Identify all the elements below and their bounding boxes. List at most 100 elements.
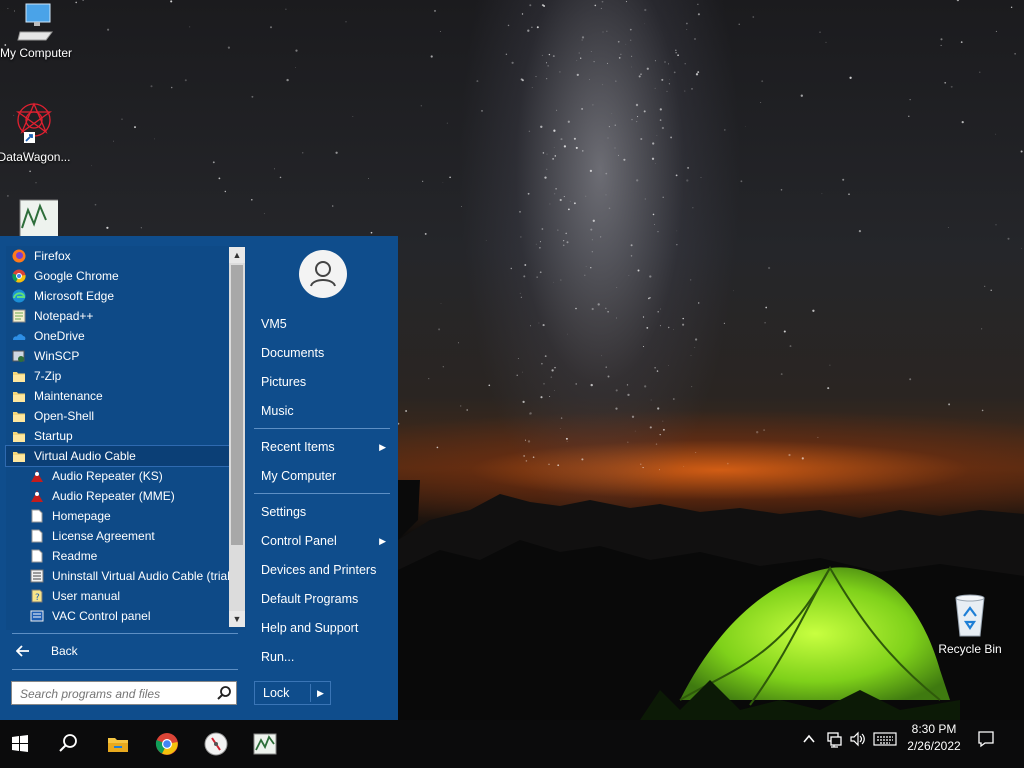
program-item[interactable]: Audio Repeater (MME) <box>6 486 232 506</box>
start-button[interactable] <box>0 720 44 768</box>
taskbar-chrome[interactable] <box>143 720 191 768</box>
menu-item-my-computer[interactable]: My Computer <box>254 463 390 489</box>
taskbar-search-button[interactable] <box>44 720 92 768</box>
program-item[interactable]: Homepage <box>6 506 232 526</box>
star <box>765 306 768 309</box>
folder-icon <box>13 412 25 422</box>
network-icon[interactable] <box>826 730 844 748</box>
program-item[interactable]: 7-Zip <box>6 366 232 386</box>
star <box>543 382 545 385</box>
star <box>662 428 665 431</box>
program-item[interactable]: Microsoft Edge <box>6 286 232 306</box>
back-button[interactable]: Back <box>12 641 242 661</box>
star <box>428 378 430 380</box>
chrome-icon <box>12 269 26 283</box>
program-item[interactable]: License Agreement <box>6 526 232 546</box>
star <box>858 230 862 233</box>
star <box>286 78 289 82</box>
star <box>642 345 645 348</box>
lock-button[interactable]: Lock ▶ <box>254 681 331 705</box>
program-item[interactable]: Firefox <box>6 246 232 266</box>
star <box>642 467 644 469</box>
app-shortcut-icon <box>253 733 277 755</box>
scroll-up-icon[interactable]: ▲ <box>229 247 245 263</box>
menu-item-pictures[interactable]: Pictures <box>254 369 390 395</box>
uninstall-icon <box>30 569 44 583</box>
volume-icon[interactable] <box>849 730 867 748</box>
search-box[interactable] <box>11 681 237 705</box>
star <box>520 236 522 238</box>
star <box>660 308 661 310</box>
desktop-icon-recycle-bin[interactable]: Recycle Bin <box>932 592 1008 656</box>
keyboard-icon[interactable] <box>873 730 897 748</box>
menu-item-vm5[interactable]: VM5 <box>254 311 390 337</box>
program-item[interactable]: Notepad++ <box>6 306 232 326</box>
taskbar-clock[interactable]: 8:30 PM 2/26/2022 <box>900 721 968 755</box>
program-item[interactable]: Startup <box>6 426 232 446</box>
menu-item-label: Settings <box>261 505 307 519</box>
program-item[interactable]: Google Chrome <box>6 266 232 286</box>
chevron-right-icon[interactable]: ▶ <box>317 682 324 704</box>
star <box>510 267 513 270</box>
star <box>547 65 549 67</box>
star <box>984 285 986 287</box>
program-item[interactable]: ? User manual <box>6 586 232 606</box>
desktop-icon-datawagon[interactable]: DataWagon... <box>0 98 72 164</box>
star <box>618 154 619 156</box>
star <box>635 103 639 107</box>
app-shortcut-icon <box>19 199 58 238</box>
program-item[interactable]: Open-Shell <box>6 406 232 426</box>
star <box>642 316 645 318</box>
star <box>686 179 689 182</box>
chevron-up-icon[interactable] <box>802 730 816 748</box>
menu-item-run[interactable]: Run... <box>254 644 390 670</box>
star <box>517 357 519 360</box>
star <box>549 203 551 205</box>
star <box>654 366 656 369</box>
notification-center-icon[interactable] <box>977 730 995 748</box>
desktop-icon-my-computer[interactable]: My Computer <box>0 2 74 60</box>
menu-item-default-programs[interactable]: Default Programs <box>254 586 390 612</box>
document-icon <box>31 549 43 563</box>
star <box>638 75 641 78</box>
taskbar-datawagon[interactable] <box>192 720 240 768</box>
menu-item-recent-items[interactable]: Recent Items ▶ <box>254 434 390 460</box>
menu-item-control-panel[interactable]: Control Panel ▶ <box>254 528 390 554</box>
menu-item-devices-and-printers[interactable]: Devices and Printers <box>254 557 390 583</box>
star <box>667 365 669 366</box>
program-item[interactable]: Audio Repeater (KS) <box>6 466 232 486</box>
star <box>420 105 422 107</box>
menu-item-music[interactable]: Music <box>254 398 390 424</box>
program-item[interactable]: Uninstall Virtual Audio Cable (trial <box>6 566 232 586</box>
program-label: Startup <box>34 429 73 443</box>
program-item[interactable]: VAC Control panel <box>6 606 232 626</box>
program-label: Microsoft Edge <box>34 289 115 303</box>
star <box>644 8 647 12</box>
scroll-thumb[interactable] <box>231 265 243 545</box>
taskbar-file-explorer[interactable] <box>94 720 142 768</box>
menu-item-documents[interactable]: Documents <box>254 340 390 366</box>
program-item[interactable]: Virtual Audio Cable <box>5 445 233 467</box>
menu-item-settings[interactable]: Settings <box>254 499 390 525</box>
star <box>594 4 597 7</box>
program-item[interactable]: Readme <box>6 546 232 566</box>
folder-icon <box>13 432 25 442</box>
programs-scrollbar[interactable]: ▲ ▼ <box>229 247 245 627</box>
menu-item-help-and-support[interactable]: Help and Support <box>254 615 390 641</box>
search-icon[interactable] <box>216 685 232 701</box>
star <box>675 174 678 177</box>
program-item[interactable]: WinSCP <box>6 346 232 366</box>
star <box>825 41 827 43</box>
star <box>113 140 114 142</box>
star <box>511 61 514 64</box>
scroll-down-icon[interactable]: ▼ <box>229 611 245 627</box>
search-input[interactable] <box>18 685 212 703</box>
back-arrow-icon <box>16 645 29 657</box>
program-item[interactable]: Maintenance <box>6 386 232 406</box>
taskbar-app-shortcut[interactable] <box>241 720 289 768</box>
star <box>436 446 439 449</box>
star <box>170 0 173 3</box>
program-item[interactable]: OneDrive <box>6 326 232 346</box>
user-avatar[interactable] <box>299 250 347 298</box>
star <box>648 297 650 300</box>
